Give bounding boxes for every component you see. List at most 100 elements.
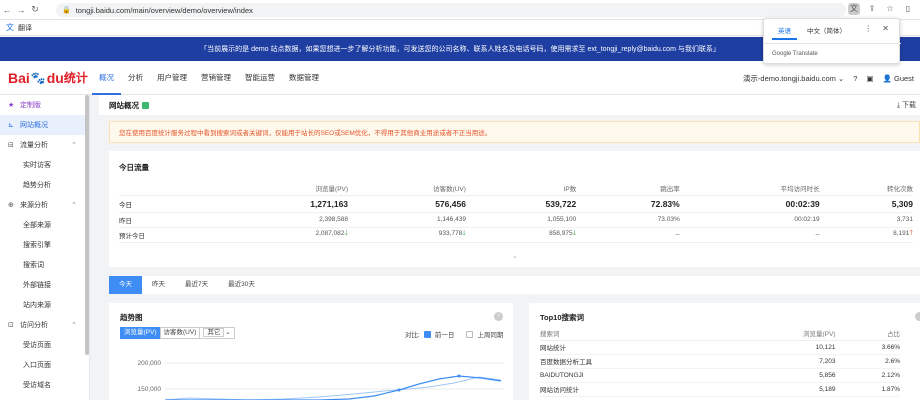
address-bar[interactable]: 🔒 tongji.baidu.com/main/overview/demo/ov…	[56, 3, 846, 17]
trend-panel: 趋势图 › 浏览量(PV) 访客数(UV) 其它 ⌄ 对比: 前一日 上周同期 …	[109, 303, 513, 400]
sidebar-item-visited-domains[interactable]: 受访域名	[0, 375, 89, 395]
close-icon[interactable]: ✕	[882, 24, 889, 33]
url-text: tongji.baidu.com/main/overview/demo/over…	[75, 5, 253, 15]
traffic-title: 今日流量	[119, 163, 149, 172]
sidebar-item-visited-pages[interactable]: 受访页面	[0, 335, 89, 355]
logo-tongji: 统计	[63, 71, 88, 85]
chevron-up-icon: ⌃	[71, 322, 77, 329]
baidu-tongji-logo[interactable]: Bai 🐾 du 统计	[0, 69, 92, 86]
star-icon: ★	[8, 102, 15, 109]
expand-icon[interactable]: ⌄	[512, 252, 518, 260]
arrow-up-icon: 🡑	[909, 230, 913, 237]
tab-yesterday[interactable]: 昨天	[142, 276, 175, 294]
date-range-tabs: 今天 昨天 最近7天 最近30天	[109, 276, 920, 294]
share-icon[interactable]: ⇪	[866, 3, 878, 15]
arrow-down-icon: 🡓	[344, 230, 349, 237]
sidebar-item-all-sources[interactable]: 全部来源	[0, 215, 89, 235]
star-icon[interactable]: ☆	[884, 3, 896, 15]
nav-overview[interactable]: 概况	[92, 61, 121, 95]
y-tick-label: 200,000	[138, 360, 162, 367]
sidebar-item-search-engine[interactable]: 搜索引擎	[0, 235, 89, 255]
col-header: 浏览量(PV)	[212, 181, 349, 196]
arrow-down-icon: 🡓	[572, 230, 577, 237]
chevron-up-icon: ⌃	[71, 142, 77, 149]
visit-icon: ⊡	[8, 322, 14, 329]
metric-other-dropdown[interactable]: 其它 ⌄	[199, 327, 235, 339]
data-point	[397, 388, 401, 392]
lang-english-tab[interactable]: 英语	[772, 25, 797, 40]
lang-chinese-tab[interactable]: 中文（简体）	[807, 25, 846, 40]
help-icon[interactable]: ?	[853, 74, 857, 83]
nav-smart-ops[interactable]: 智能运营	[238, 61, 282, 95]
metric-uv-button[interactable]: 访客数(UV)	[159, 327, 201, 339]
site-selector[interactable]: 演示-demo.tongji.baidu.com ⌄	[743, 73, 844, 84]
trend-title: 趋势图	[120, 313, 143, 322]
translate-bookmark-icon: 文	[6, 23, 14, 32]
y-tick-label: 150,000	[138, 386, 162, 393]
more-icon[interactable]	[915, 312, 920, 321]
more-icon[interactable]: ›	[494, 312, 503, 321]
prev-week-checkbox[interactable]	[466, 330, 474, 338]
col-header: 浏览量(PV)	[721, 326, 836, 341]
nav-user-management[interactable]: 用户管理	[150, 61, 194, 95]
sidepanel-icon[interactable]: ▯	[902, 3, 914, 15]
nav-data-management[interactable]: 数据管理	[282, 61, 326, 95]
nav-marketing[interactable]: 营销管理	[194, 61, 238, 95]
sidebar-item-internal-source[interactable]: 站内来源	[0, 295, 89, 315]
sidebar: ★ 定制版 ⊾ 网站概况 ⊟ 流量分析 ⌃ 实时访客 趋势分析 ⊕ 来源分析 ⌃ 全部来源 …	[0, 95, 90, 400]
sidebar-item-trend[interactable]: 趋势分析	[0, 175, 89, 195]
arrow-down-icon: 🡓	[462, 230, 466, 237]
message-icon[interactable]: ▣	[866, 74, 873, 83]
sidebar-item-entry-pages[interactable]: 入口页面	[0, 355, 89, 375]
traffic-icon: ⊟	[8, 142, 14, 149]
col-header: 平均访问时长	[679, 181, 820, 196]
col-header: 转化次数	[819, 181, 913, 196]
guest-menu[interactable]: 👤 Guest	[883, 74, 914, 83]
translate-icon[interactable]: 文	[848, 3, 860, 15]
col-header: 占比	[835, 326, 900, 341]
translate-bookmark[interactable]: 翻译	[18, 23, 32, 33]
chart-icon: ⊾	[8, 122, 14, 129]
top-navigation: Bai 🐾 du 统计 概况 分析 用户管理 营销管理 智能运营 数据管理 演示…	[0, 61, 920, 95]
table-row: BAIDUTONGJI 5,856 2.12%	[540, 368, 900, 383]
table-row: 网站统计 10,121 3.66%	[540, 340, 900, 355]
sidebar-item-external-links[interactable]: 外部链接	[0, 275, 89, 295]
table-row: 百度数据分析工具 7,203 2.6%	[540, 354, 900, 369]
nav-analysis[interactable]: 分析	[121, 61, 150, 95]
today-series	[165, 375, 502, 400]
table-row: 网站访问统计 5,189 1.87%	[540, 382, 900, 397]
sidebar-group-visit[interactable]: ⊡ 访问分析 ⌃	[0, 315, 89, 335]
col-header: 搜索词	[540, 326, 722, 341]
prev-week-label: 上周同期	[477, 332, 504, 339]
source-icon: ⊕	[8, 202, 14, 209]
col-header: 访客数(UV)	[348, 181, 466, 196]
trend-chart: 200,000 150,000	[138, 360, 504, 400]
sidebar-item-overview[interactable]: ⊾ 网站概况	[0, 115, 89, 135]
download-button[interactable]: ⤓ 下载	[897, 100, 916, 110]
sidebar-item-search-words[interactable]: 搜索词	[0, 255, 89, 275]
sidebar-group-source[interactable]: ⊕ 来源分析 ⌃	[0, 195, 89, 215]
back-icon[interactable]: ←	[0, 5, 14, 15]
tab-last-7-days[interactable]: 最近7天	[175, 276, 218, 294]
tab-last-30-days[interactable]: 最近30天	[218, 276, 265, 294]
traffic-table: 浏览量(PV) 访客数(UV) IP数 跳出率 平均访问时长 转化次数 今日 1…	[119, 181, 913, 243]
more-vert-icon[interactable]: ⋮	[864, 24, 872, 33]
top10-table: 搜索词 浏览量(PV) 占比 网站统计 10,121 3.66% 百度数据分析工具 7…	[540, 326, 900, 397]
page-header: 网站概况 ⤓ 下载	[99, 95, 920, 115]
table-row: 预计今日 2,087,082🡓 933,778🡓 858,975🡓 -- -- …	[119, 227, 913, 243]
prev-day-checkbox[interactable]	[423, 330, 431, 338]
metric-pv-button[interactable]: 浏览量(PV)	[120, 327, 161, 339]
google-translate-popup: 英语 中文（简体） ⋮ ✕ Google Translate	[763, 18, 901, 64]
sidebar-item-realtime[interactable]: 实时访客	[0, 155, 89, 175]
page-title: 网站概况	[109, 100, 139, 110]
reload-icon[interactable]: ↻	[28, 4, 42, 15]
logo-du: du	[46, 69, 64, 86]
forward-icon[interactable]: →	[14, 5, 28, 15]
usage-warning: 您在使用百度统计服务过程中看到搜索词或者关键词，仅能用于站长的SEO或SEM优化…	[109, 121, 920, 143]
sidebar-scrollbar[interactable]	[85, 95, 89, 355]
compare-options: 对比: 前一日 上周同期	[405, 329, 503, 339]
sidebar-group-traffic[interactable]: ⊟ 流量分析 ⌃	[0, 135, 89, 155]
sidebar-item-custom[interactable]: ★ 定制版	[0, 95, 89, 115]
verified-icon	[142, 101, 149, 109]
tab-today[interactable]: 今天	[109, 276, 142, 294]
